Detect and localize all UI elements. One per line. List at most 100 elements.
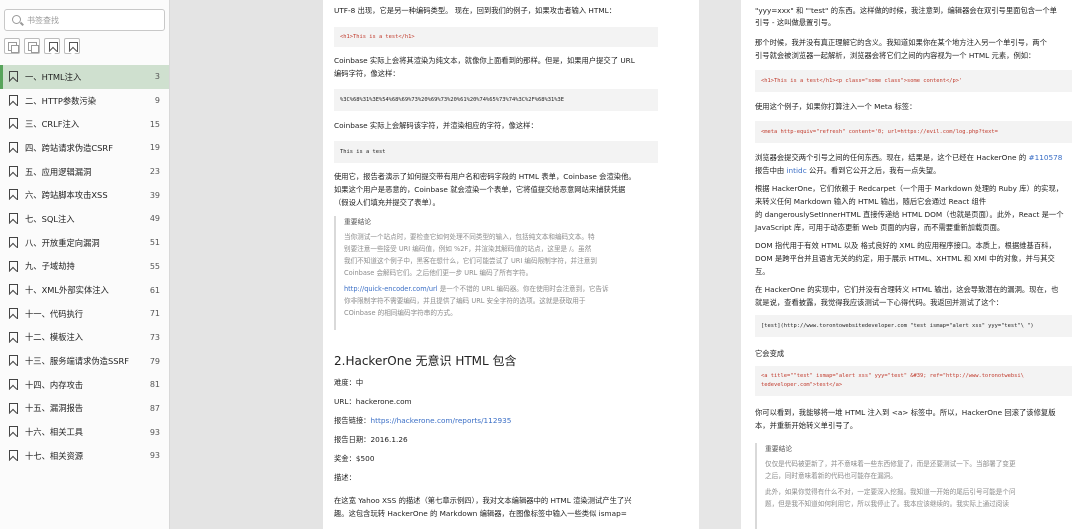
quote-title: 重要结论 bbox=[344, 218, 372, 226]
quote-line: http://quick-encoder.com/url 是一个不错的 URL … bbox=[344, 283, 658, 295]
bookmark-page: 49 bbox=[149, 214, 160, 224]
bookmark-page: 23 bbox=[149, 167, 160, 177]
quote-line: 你非限制字符不需要编码，并且提供了编码 URL 安全字符的选项。这就是获取用于 bbox=[344, 297, 586, 305]
bookmark-item-3[interactable]: 三、CRLF注入 15 bbox=[0, 112, 169, 136]
paragraph: 引号就会被浏览器一起解析，浏览器会将它们之间的内容视为一个 HTML 元素，例如… bbox=[755, 51, 1036, 60]
meta-difficulty: 难度：中 bbox=[334, 378, 364, 387]
bookmark-label: 五、应用逻辑漏洞 bbox=[25, 166, 92, 177]
paragraph: 根据 HackerOne，它们依赖于 Redcarpet（一个用于 Markdo… bbox=[755, 184, 1064, 193]
paragraph: 它会变成 bbox=[755, 349, 785, 358]
paragraph: "yyy=xxx" 和 "'test" 的东西。这样做的时候，我注意到，编辑器会… bbox=[755, 6, 1057, 15]
bookmark-page: 93 bbox=[149, 451, 160, 461]
code-block: <h1>This is a test</h1> bbox=[334, 27, 658, 47]
code-text: This is a test bbox=[340, 149, 386, 155]
bookmark-item-16[interactable]: 十六、相关工具 93 bbox=[0, 420, 169, 444]
bookmark-item-11[interactable]: 十一、代码执行 71 bbox=[0, 302, 169, 326]
bookmark-label: 十三、服务端请求伪造SSRF bbox=[25, 356, 130, 367]
code-block: %3C%68%31%3E%54%68%69%73%20%69%73%20%61%… bbox=[334, 89, 658, 111]
paragraph: Coinbase 实际上会将其渲染为纯文本，就像你上面看到的那样。但是，如果用户… bbox=[334, 56, 635, 65]
paragraph-text: 公开。看到它公开之后，我有一点失望。 bbox=[806, 166, 941, 175]
quote-line: 仅仅是代码被更新了，并不意味着一些东西修复了，而是还要测试一下。当部署了变更 bbox=[765, 460, 1016, 468]
bookmark-item-12[interactable]: 十二、模板注入 73 bbox=[0, 326, 169, 350]
bookmark-page: 71 bbox=[149, 309, 160, 319]
bookmark-icon bbox=[9, 307, 18, 319]
code-text: [test](http://www.torontowebsitedevelope… bbox=[761, 323, 1034, 329]
bookmark-item-5[interactable]: 五、应用逻辑漏洞 23 bbox=[0, 160, 169, 184]
paragraph: 报告中由 intidc 公开。看到它公开之后，我有一点失望。 bbox=[755, 165, 940, 177]
encoder-link[interactable]: http://quick-encoder.com/url bbox=[344, 285, 438, 293]
meta-date: 报告日期：2016.1.26 bbox=[334, 435, 408, 444]
document-page-right: "yyy=xxx" 和 "'test" 的东西。这样做的时候，我注意到，编辑器会… bbox=[741, 0, 1080, 529]
code-text: <a title=""test" ismap="alert xss" yyy="… bbox=[761, 373, 1024, 388]
collapse-all-icon[interactable] bbox=[24, 38, 40, 54]
bookmark-page: 87 bbox=[149, 403, 160, 413]
bookmark-label: 十二、模板注入 bbox=[25, 332, 84, 343]
quote-line: 之后，同时意味着新的代码也可能存在漏洞。 bbox=[765, 472, 897, 480]
bookmark-label: 十四、内存攻击 bbox=[25, 379, 84, 390]
paragraph: DOM 指代用于有效 HTML 以及 格式良好的 XML 的应用程序接口。本质上… bbox=[755, 241, 1056, 250]
code-text: %3C%68%31%3E%54%68%69%73%20%69%73%20%61%… bbox=[340, 97, 564, 103]
code-text: <h1>This is a test</h1><p class="some cl… bbox=[761, 78, 963, 84]
bookmark-item-6[interactable]: 六、跨站脚本攻击XSS 39 bbox=[0, 183, 169, 207]
paragraph: 的 dangerouslySetInnerHTML 直接传递给 HTML DOM… bbox=[755, 210, 1064, 219]
bookmark-icon bbox=[9, 260, 18, 272]
bookmark-icon bbox=[9, 426, 18, 438]
bookmark-icon bbox=[9, 450, 18, 461]
bookmark-label: 六、跨站脚本攻击XSS bbox=[25, 190, 108, 201]
expand-all-icon[interactable] bbox=[4, 38, 20, 54]
bookmark-search-box[interactable] bbox=[4, 9, 165, 31]
code-block: <meta http-equiv="refresh" content='0; u… bbox=[755, 121, 1072, 143]
bookmark-icon bbox=[9, 402, 18, 414]
bookmark-item-8[interactable]: 八、开放重定向漏洞 51 bbox=[0, 231, 169, 255]
paragraph: 你可以看到，我能够将一堆 HTML 注入到 <a> 标签中。所以，HackerO… bbox=[755, 408, 1056, 417]
report-link[interactable]: https://hackerone.com/reports/112935 bbox=[370, 416, 511, 425]
bookmark-page: 81 bbox=[149, 380, 160, 390]
paragraph: 编码字符，像这样： bbox=[334, 69, 400, 78]
bookmark-icon bbox=[9, 165, 18, 177]
bookmark-page: 15 bbox=[149, 119, 160, 129]
bookmark-item-4[interactable]: 四、跨站请求伪造CSRF 19 bbox=[0, 136, 169, 160]
bookmark-item-14[interactable]: 十四、内存攻击 81 bbox=[0, 373, 169, 397]
bookmark-item-1[interactable]: 一、HTML注入 3 bbox=[0, 65, 169, 89]
meta-report: 报告链接：https://hackerone.com/reports/11293… bbox=[334, 415, 511, 427]
bookmark-item-2[interactable]: 二、HTTP参数污染 9 bbox=[0, 89, 169, 113]
paragraph: 就是说，查看披露，我觉得我应该测试一下心得代码。我返回并测试了这个： bbox=[755, 298, 1004, 307]
paragraph: 如果这个用户是恶意的，Coinbase 就会渲染一个表单，它将值提交给恶意网站来… bbox=[334, 185, 626, 194]
quote-line: Coinbase 会解码它们。之后他们更一步 URL 编码了所有字符。 bbox=[344, 269, 533, 277]
bookmark-label: 十五、漏洞报告 bbox=[25, 403, 84, 414]
paragraph: 使用这个例子，如果你打算注入一个 Meta 标签： bbox=[755, 102, 917, 111]
user-link[interactable]: intidc bbox=[787, 166, 807, 175]
bookmark-item-9[interactable]: 九、子域劫持 55 bbox=[0, 255, 169, 279]
bookmark-search-input[interactable] bbox=[27, 12, 162, 28]
code-text: <meta http-equiv="refresh" content='0; u… bbox=[761, 129, 998, 135]
bookmark-label: 二、HTTP参数污染 bbox=[25, 95, 97, 106]
paragraph: 浏览器会提交两个引号之间的任何东西。现在，结果是，这个已经在 HackerOne… bbox=[755, 152, 1062, 164]
meta-bounty: 奖金：$500 bbox=[334, 454, 375, 463]
report-link[interactable]: #110578 bbox=[1028, 153, 1062, 162]
bookmark-item-13[interactable]: 十三、服务端请求伪造SSRF 79 bbox=[0, 349, 169, 373]
bookmark-item-7[interactable]: 七、SQL注入 49 bbox=[0, 207, 169, 231]
paragraph: JavaScript 库，可用于动态更新 Web 页面的内容，而不需要重新加载页… bbox=[755, 223, 1005, 232]
paragraph: 引号 - 这叫做悬置引号。 bbox=[755, 18, 836, 27]
bookmark-item-17[interactable]: 十七、相关资源 93 bbox=[0, 444, 169, 468]
bookmark-label: 八、开放重定向漏洞 bbox=[25, 237, 100, 248]
add-bookmark-icon[interactable] bbox=[44, 38, 60, 54]
section-heading: 2.HackerOne 无意识 HTML 包含 bbox=[334, 354, 517, 368]
document-page-left: UTF-8 出现，它是另一种编码类型。 现在，回到我们的例子，如果攻击者输入 H… bbox=[323, 0, 699, 529]
paragraph-text: 浏览器会提交两个引号之间的任何东西。现在，结果是，这个已经在 HackerOne… bbox=[755, 153, 1029, 162]
bookmark-label: 十六、相关工具 bbox=[25, 427, 84, 438]
bookmark-page: 51 bbox=[149, 238, 160, 248]
bookmark-page: 61 bbox=[149, 285, 160, 295]
paragraph: DOM 是跨平台并且语言无关的约定，用于展示 HTML、XHTML 和 XMl … bbox=[755, 254, 1055, 263]
bookmark-item-15[interactable]: 十五、漏洞报告 87 bbox=[0, 397, 169, 421]
paragraph: 在 HackerOne 的实现中，它们并没有合理转义 HTML 输出，这会导致潜… bbox=[755, 285, 1059, 294]
paragraph: 来转义任何 Markdown 输入的 HTML 输出，随后它会通过 React … bbox=[755, 197, 987, 206]
code-block: <a title=""test" ismap="alert xss" yyy="… bbox=[755, 366, 1072, 396]
code-block: <h1>This is a test</h1><p class="some cl… bbox=[755, 70, 1072, 92]
meta-url: URL：hackerone.com bbox=[334, 397, 412, 406]
bookmark-icon bbox=[9, 118, 18, 130]
bookmark-page: 73 bbox=[149, 332, 160, 342]
bookmark-options-icon[interactable] bbox=[64, 38, 80, 54]
bookmark-item-10[interactable]: 十、XML外部实体注入 61 bbox=[0, 278, 169, 302]
bookmark-page: 93 bbox=[149, 427, 160, 437]
